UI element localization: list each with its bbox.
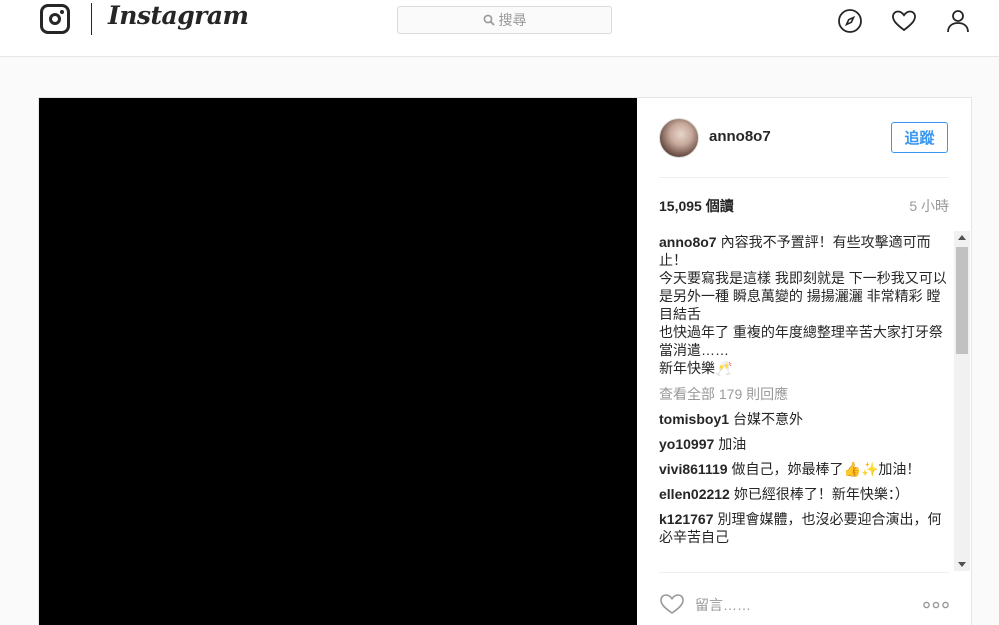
post-actions: [659, 592, 949, 618]
scroll-down-arrow-icon[interactable]: [958, 562, 966, 567]
caption-line: 今天要寫我是這樣 我即刻就是 下一秒我又可以是另外一種 瞬息萬變的 揚揚灑灑 非…: [659, 270, 947, 322]
list-item: tomisboy1 台媒不意外: [659, 410, 949, 428]
heart-icon[interactable]: [891, 8, 917, 34]
comment-text: 做自己，妳最棒了👍✨加油！: [731, 461, 921, 477]
post-username[interactable]: anno8o7: [709, 128, 771, 145]
post-video[interactable]: [39, 98, 637, 625]
comments-list[interactable]: anno8o7 內容我不予置評！有些攻擊適可而止！ 今天要寫我是這樣 我即刻就是 …: [659, 233, 949, 571]
list-item: k121767 別理會媒體，也沒必要迎合演出，何必辛苦自己: [659, 510, 949, 546]
comment-text: 妳已經很棒了！新年快樂：）: [733, 486, 909, 502]
comment-username[interactable]: tomisboy1: [659, 411, 729, 427]
comments-scrollbar[interactable]: [954, 231, 970, 571]
search-icon: [483, 14, 495, 26]
avatar[interactable]: [659, 118, 699, 158]
top-navigation-bar: Instagram 搜尋: [0, 0, 999, 57]
scroll-up-arrow-icon[interactable]: [958, 235, 966, 240]
camera-lens-shape: [49, 13, 61, 25]
more-options-icon: [923, 601, 949, 609]
post-timestamp[interactable]: 5 小時: [909, 196, 949, 216]
post-header: anno8o7 追蹤: [659, 118, 949, 178]
person-icon[interactable]: [945, 8, 971, 34]
comment-text: 加油: [718, 436, 747, 452]
more-options-button[interactable]: [923, 598, 949, 610]
comment-text: 台媒不意外: [733, 411, 804, 427]
view-all-comments-link[interactable]: 查看全部 179 則回應: [659, 385, 949, 403]
caption-line: 新年快樂🥂: [659, 360, 733, 376]
comment-input[interactable]: [695, 595, 895, 615]
search-placeholder: 搜尋: [498, 12, 527, 28]
scrollbar-thumb[interactable]: [956, 247, 968, 354]
post-stats: 15,095 個讀 5 小時: [659, 194, 949, 214]
comment-username[interactable]: ellen02212: [659, 486, 730, 502]
view-count: 15,095 個讀: [659, 198, 734, 214]
camera-flash-dot: [60, 10, 64, 14]
caption-line: 也快過年了 重複的年度總整理辛苦大家打牙祭當消遣……: [659, 324, 943, 358]
post-sidebar: anno8o7 追蹤 15,095 個讀 5 小時 anno8o7 內容我不予置評…: [637, 98, 973, 625]
follow-button[interactable]: 追蹤: [891, 122, 948, 153]
caption-username[interactable]: anno8o7: [659, 234, 717, 250]
heart-outline-icon: [660, 594, 684, 614]
like-button[interactable]: [659, 592, 685, 616]
logo-divider: [91, 3, 92, 35]
compass-icon[interactable]: [837, 8, 863, 34]
comment-username[interactable]: yo10997: [659, 436, 714, 452]
comment-username[interactable]: vivi861119: [659, 461, 728, 477]
list-item: yo10997 加油: [659, 435, 949, 453]
comment-username[interactable]: k121767: [659, 511, 714, 527]
actions-divider: [659, 572, 949, 573]
list-item: ellen02212 妳已經很棒了！新年快樂：）: [659, 485, 949, 503]
list-item: vivi861119 做自己，妳最棒了👍✨加油！: [659, 460, 949, 478]
post-caption: anno8o7 內容我不予置評！有些攻擊適可而止！ 今天要寫我是這樣 我即刻就是 …: [659, 233, 949, 377]
post-card: anno8o7 追蹤 15,095 個讀 5 小時 anno8o7 內容我不予置評…: [38, 97, 972, 625]
instagram-wordmark[interactable]: Instagram: [108, 1, 249, 37]
instagram-camera-icon[interactable]: [40, 4, 70, 34]
search-box[interactable]: 搜尋: [397, 6, 612, 34]
